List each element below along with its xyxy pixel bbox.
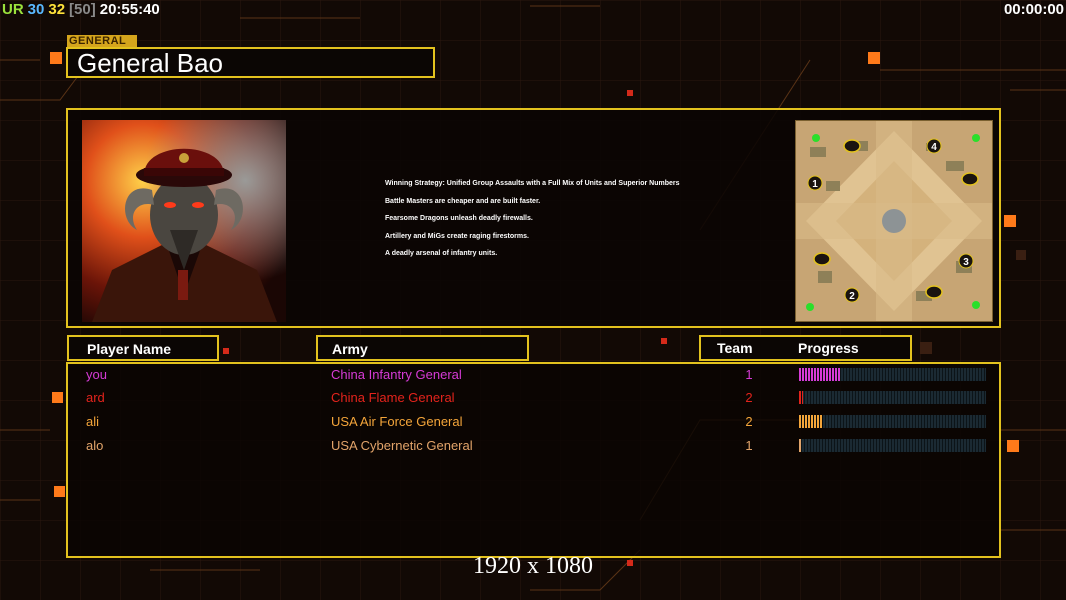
strategy-line: Battle Masters are cheaper and are built… (385, 197, 541, 205)
player-team: 1 (745, 367, 753, 382)
start-position-2: 2 (849, 291, 855, 302)
start-position-4: 4 (931, 142, 937, 153)
strategy-line: Fearsome Dragons unleash deadly firewall… (385, 215, 533, 222)
header-player-name: Player Name (67, 335, 219, 361)
player-army: China Infantry General (331, 367, 462, 382)
progress-bar (799, 439, 986, 452)
header-team-label: Team (717, 340, 753, 356)
strategy-line: A deadly arsenal of infantry units. (385, 250, 498, 257)
game-timer: 00:00:00 (1003, 1, 1064, 18)
resolution-label: 1920 x 1080 (473, 553, 593, 579)
general-name-box: General Bao (66, 47, 435, 78)
progress-bar (799, 368, 986, 381)
general-tag: GENERAL (67, 35, 137, 47)
strategy-line: Artillery and MiGs create raging firesto… (385, 232, 529, 240)
header-team-progress: Team Progress (699, 335, 912, 361)
player-team: 2 (745, 390, 753, 405)
progress-bar (799, 391, 986, 404)
player-team: 1 (745, 438, 753, 453)
hud-stats: UR 30 32 [50] 20:55:40 (2, 1, 164, 18)
player-name: ali (86, 414, 100, 429)
player-army: USA Air Force General (331, 414, 463, 429)
hud-value-1: 30 (27, 1, 45, 18)
hud-ur-label: UR (2, 1, 24, 18)
progress-fill (799, 415, 823, 428)
strategy-line: Winning Strategy: Unified Group Assaults… (385, 180, 680, 187)
header-army-label: Army (332, 341, 368, 357)
header-progress-label: Progress (798, 340, 859, 356)
player-team: 2 (745, 414, 753, 429)
player-row: alo USA Cybernetic General 1 (68, 436, 999, 458)
player-name: alo (86, 438, 104, 453)
hud-clock: 20:55:40 (99, 1, 160, 18)
map-preview: 1 2 3 4 (795, 120, 993, 322)
general-info-panel: Winning Strategy: Unified Group Assaults… (66, 108, 1001, 328)
player-row: ali USA Air Force General 2 (68, 412, 999, 434)
player-army: USA Cybernetic General (331, 438, 473, 453)
player-list: you China Infantry General 1 ard China F… (66, 362, 1001, 558)
progress-fill (799, 391, 803, 404)
start-position-3: 3 (963, 257, 969, 268)
player-name: you (86, 367, 107, 382)
hud-value-2: 32 (48, 1, 66, 18)
general-portrait (82, 120, 286, 322)
header-army: Army (316, 335, 529, 361)
player-row: you China Infantry General 1 (68, 365, 999, 387)
player-name: ard (86, 390, 105, 405)
header-player-name-label: Player Name (87, 341, 172, 357)
player-row: ard China Flame General 2 (68, 388, 999, 410)
start-position-1: 1 (812, 179, 818, 190)
general-name: General Bao (77, 48, 223, 78)
strategy-text: Winning Strategy: Unified Group Assaults… (385, 180, 765, 268)
hud-value-3: [50] (69, 1, 96, 18)
progress-fill (799, 439, 801, 452)
player-army: China Flame General (331, 390, 455, 405)
progress-bar (799, 415, 986, 428)
progress-fill (799, 368, 840, 381)
